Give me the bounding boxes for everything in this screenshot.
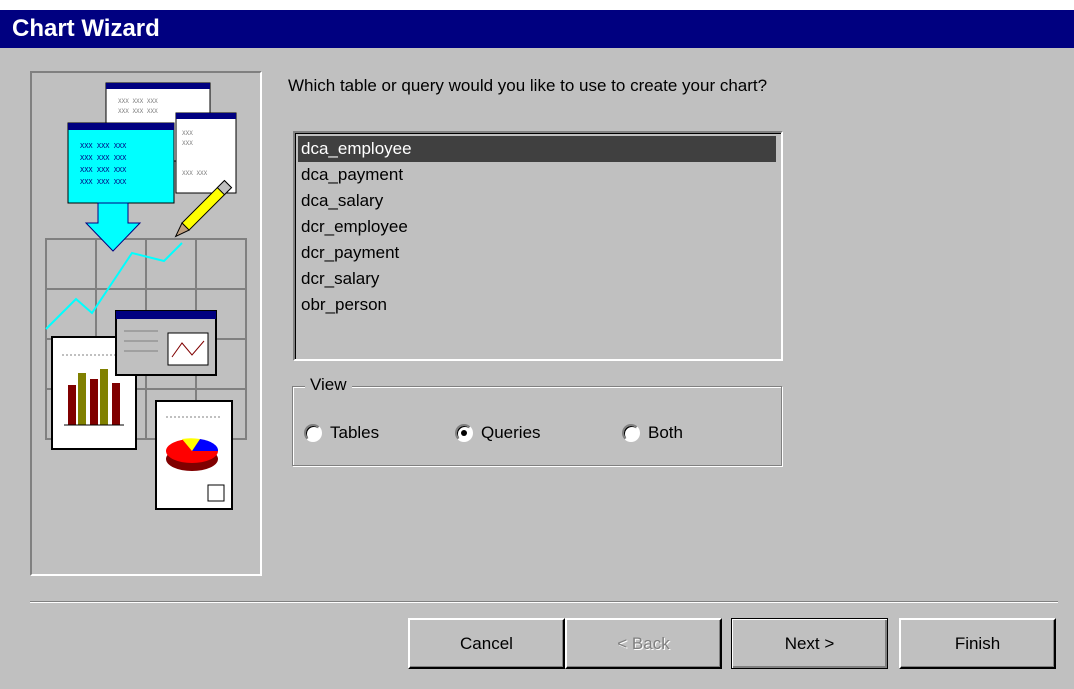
- radio-label: Both: [648, 423, 683, 442]
- button-separator: [30, 601, 1058, 603]
- next-button-label: Next >: [784, 633, 835, 653]
- list-item[interactable]: obr_person: [298, 292, 776, 318]
- radio-tables[interactable]: Tables: [304, 420, 379, 446]
- wizard-illustration: XXX XXX XXX XXX XXX XXX XXX XXX XXX XXX …: [30, 71, 262, 576]
- radio-button-icon[interactable]: [304, 424, 322, 442]
- radio-button-checked-icon[interactable]: [455, 424, 473, 442]
- svg-text:XXX XXX XXX: XXX XXX XXX: [80, 166, 127, 174]
- svg-text:XXX XXX XXX: XXX XXX XXX: [80, 178, 127, 186]
- radio-label: Queries: [481, 423, 541, 442]
- svg-text:XXX XXX XXX: XXX XXX XXX: [118, 108, 158, 115]
- dialog-thumbnail-icon: [115, 310, 217, 376]
- next-button[interactable]: Next >: [731, 618, 888, 669]
- list-item[interactable]: dca_salary: [298, 188, 776, 214]
- table-stack-icon: XXX XXX XXX XXX XXX XXX XXX XXX XXX XXX …: [67, 82, 237, 204]
- pie-chart-doc-icon: [155, 400, 233, 510]
- finish-button[interactable]: Finish: [899, 618, 1056, 669]
- list-item[interactable]: dcr_payment: [298, 240, 776, 266]
- svg-text:XXX XXX: XXX XXX: [182, 170, 208, 177]
- wizard-prompt: Which table or query would you like to u…: [288, 76, 768, 95]
- svg-text:XXX XXX XXX: XXX XXX XXX: [80, 142, 127, 150]
- radio-queries[interactable]: Queries: [455, 420, 541, 446]
- radio-both[interactable]: Both: [622, 420, 683, 446]
- list-item[interactable]: dca_payment: [298, 162, 776, 188]
- radio-button-icon[interactable]: [622, 424, 640, 442]
- cancel-button-label: Cancel: [460, 633, 513, 653]
- svg-text:XXX: XXX: [182, 140, 193, 147]
- table-query-listbox[interactable]: dca_employee dca_payment dca_salary dcr_…: [293, 131, 783, 361]
- list-item[interactable]: dca_employee: [298, 136, 776, 162]
- back-button-label: < Back: [617, 633, 670, 653]
- finish-button-label: Finish: [954, 633, 1001, 653]
- cancel-button[interactable]: Cancel: [408, 618, 565, 669]
- svg-text:XXX XXX XXX: XXX XXX XXX: [80, 154, 127, 162]
- list-item[interactable]: dcr_employee: [298, 214, 776, 240]
- radio-label: Tables: [330, 423, 380, 442]
- back-button[interactable]: < Back: [565, 618, 722, 669]
- svg-text:XXX XXX XXX: XXX XXX XXX: [118, 98, 158, 105]
- screen-top-strip: [0, 0, 1074, 10]
- window-title: Chart Wizard: [0, 10, 1074, 48]
- view-group-label: View: [305, 375, 352, 395]
- list-item[interactable]: dcr_salary: [298, 266, 776, 292]
- svg-text:XXX: XXX: [182, 130, 193, 137]
